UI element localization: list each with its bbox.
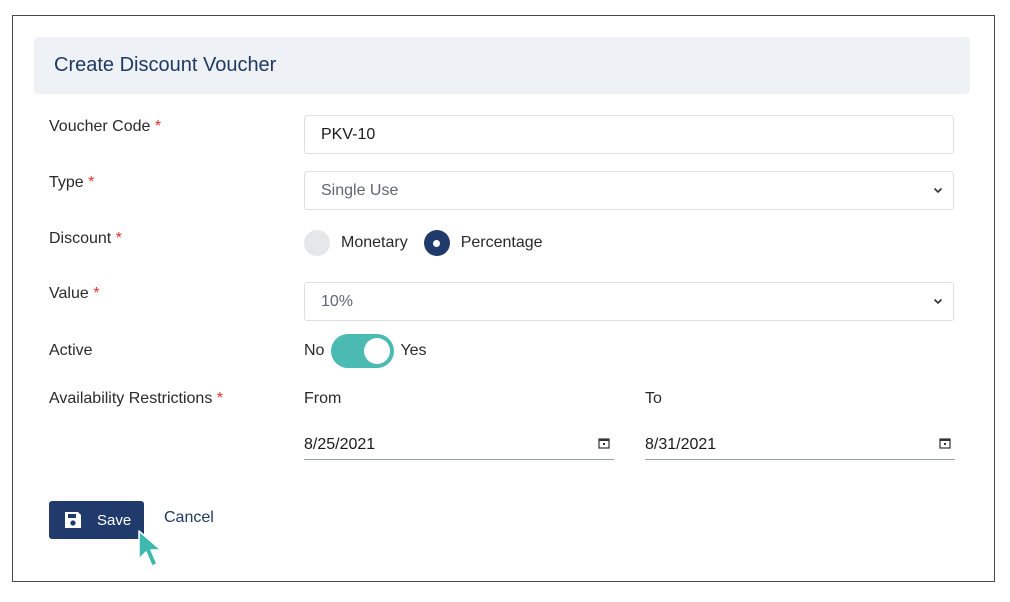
active-toggle-row: No Yes [304, 334, 427, 368]
value-label-text: Value [49, 285, 89, 302]
value-select[interactable]: 10% [304, 282, 954, 321]
required-mark: * [216, 390, 224, 407]
to-date-value: 8/31/2021 [645, 435, 717, 453]
chevron-down-icon [933, 187, 943, 193]
required-mark: * [154, 118, 162, 135]
required-mark: * [88, 174, 95, 191]
form-header: Create Discount Voucher [34, 37, 970, 94]
page-title: Create Discount Voucher [54, 54, 277, 76]
availability-label: Availability Restrictions * [49, 390, 223, 408]
discount-label-text: Discount [49, 230, 112, 247]
radio-monetary-label[interactable]: Monetary [341, 234, 408, 252]
availability-label-text: Availability Restrictions [49, 390, 213, 407]
required-mark: * [115, 230, 122, 247]
type-label-text: Type [49, 174, 84, 191]
value-select-value: 10% [321, 292, 354, 310]
active-toggle[interactable] [331, 334, 395, 368]
save-button[interactable]: Save [49, 501, 144, 539]
toggle-on-label: Yes [400, 342, 427, 359]
form-frame: Create Discount Voucher Voucher Code * T… [12, 15, 995, 582]
voucher-code-label: Voucher Code * [49, 118, 161, 136]
active-label-text: Active [49, 342, 93, 359]
to-date-input[interactable]: 8/31/2021 [645, 430, 955, 460]
save-icon [65, 512, 81, 528]
radio-percentage[interactable] [423, 230, 450, 256]
toggle-off-label: No [304, 342, 325, 359]
from-date-input[interactable]: 8/25/2021 [304, 430, 614, 460]
radio-percentage-label[interactable]: Percentage [461, 234, 543, 252]
to-label: To [645, 390, 662, 407]
type-label: Type * [49, 174, 94, 192]
voucher-code-field[interactable] [304, 115, 954, 154]
type-select[interactable]: Single Use [304, 171, 954, 210]
discount-radio-group: Monetary Percentage [304, 229, 559, 257]
cancel-button[interactable]: Cancel [164, 509, 214, 527]
calendar-icon[interactable] [939, 437, 951, 449]
voucher-code-input[interactable] [305, 116, 953, 153]
chevron-down-icon [933, 298, 943, 304]
value-label: Value * [49, 285, 99, 303]
calendar-icon[interactable] [598, 437, 610, 449]
active-label: Active [49, 342, 93, 360]
required-mark: * [93, 285, 100, 302]
from-date-value: 8/25/2021 [304, 435, 376, 453]
mouse-pointer-icon [138, 530, 162, 567]
voucher-code-label-text: Voucher Code [49, 118, 151, 135]
discount-label: Discount * [49, 230, 122, 248]
type-select-value: Single Use [321, 181, 399, 199]
save-button-label: Save [97, 511, 132, 529]
toggle-knob [364, 338, 391, 364]
radio-monetary[interactable] [304, 230, 330, 256]
from-label: From [304, 390, 342, 407]
